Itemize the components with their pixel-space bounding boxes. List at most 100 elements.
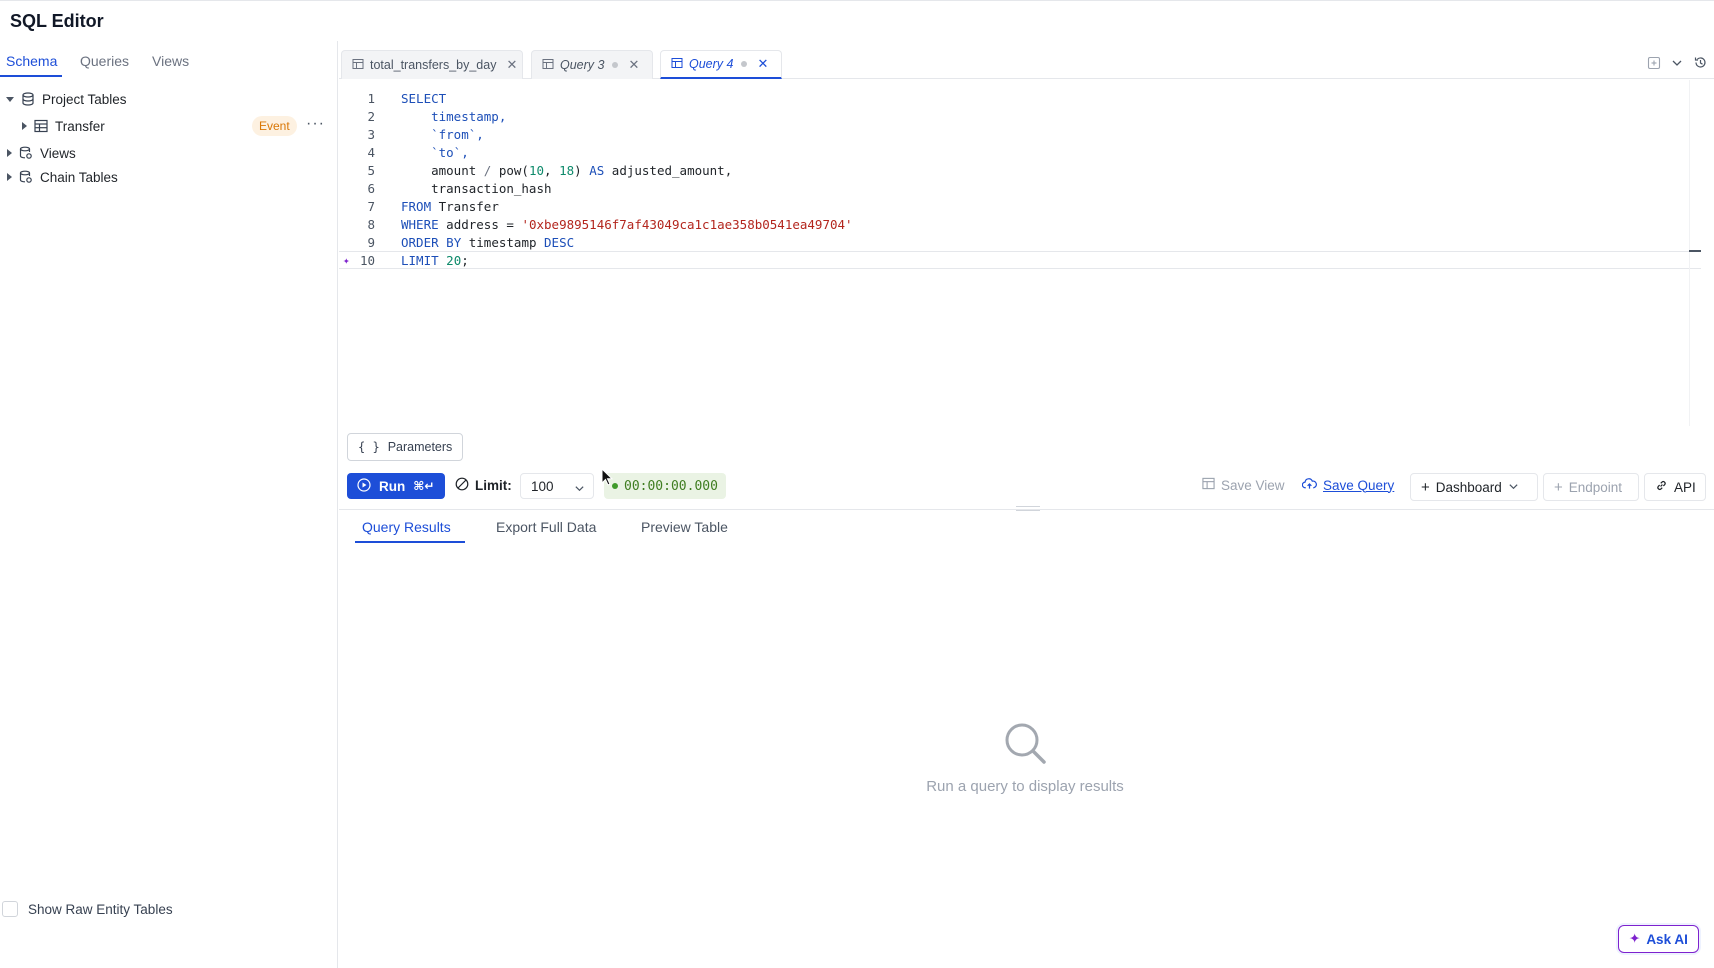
unsaved-dot-icon	[741, 61, 748, 67]
tree-item-chain-tables[interactable]: Chain Tables	[0, 165, 338, 189]
save-view-button[interactable]: Save View	[1202, 477, 1285, 493]
sql-code-editor[interactable]: 1 SELECT 2 timestamp, 3 `from`, 4 `to`, 5…	[339, 80, 1701, 426]
line-number: 7	[367, 199, 375, 214]
line-number: 9	[367, 235, 375, 250]
sparkle-icon: ✦	[1629, 931, 1641, 946]
code-text: LIMIT 20;	[401, 253, 469, 268]
limit-label: Limit:	[475, 478, 512, 493]
divider	[339, 509, 1714, 510]
show-raw-checkbox[interactable]	[2, 901, 18, 917]
tree-item-label: Views	[40, 145, 76, 161]
table-icon	[33, 118, 49, 134]
tab-queries[interactable]: Queries	[80, 53, 129, 69]
close-icon[interactable]: ✕	[506, 57, 517, 73]
more-options-icon[interactable]: ···	[306, 114, 325, 134]
line-number: 1	[367, 91, 375, 106]
database-icon	[20, 91, 36, 107]
code-text: timestamp,	[401, 109, 507, 124]
chevron-down-icon	[1508, 480, 1519, 495]
tab-schema[interactable]: Schema	[6, 53, 57, 69]
editor-tabs-bar: total_transfers_by_day ✕ Query 3 ✕ Query…	[339, 41, 1714, 79]
caret-down-icon[interactable]	[6, 96, 14, 102]
dashboard-button[interactable]: + Dashboard	[1410, 473, 1538, 501]
parameters-button[interactable]: { } Parameters	[347, 433, 464, 461]
limit-label-group: Limit:	[455, 477, 512, 494]
tab-query-4[interactable]: Query 4 ✕	[660, 50, 782, 79]
close-icon[interactable]: ✕	[757, 56, 768, 72]
tab-preview-table[interactable]: Preview Table	[641, 519, 728, 535]
tree-item-transfer[interactable]: Transfer Event ···	[0, 114, 338, 138]
code-text: `from`,	[401, 127, 484, 142]
cloud-upload-icon	[1301, 477, 1317, 493]
code-line[interactable]: 6 transaction_hash	[339, 180, 1701, 198]
run-shortcut: ⌘↵	[413, 479, 435, 493]
code-text: WHERE address = '0xbe9895146f7af43049ca1…	[401, 217, 853, 232]
play-icon	[357, 477, 371, 495]
event-badge: Event	[252, 116, 297, 136]
api-label: API	[1674, 479, 1696, 495]
plus-icon: +	[1554, 478, 1563, 496]
tab-total-transfers-by-day[interactable]: total_transfers_by_day ✕	[341, 50, 523, 79]
history-icon[interactable]	[1693, 55, 1708, 75]
caret-right-icon[interactable]	[7, 173, 12, 181]
limit-select[interactable]: 100	[520, 473, 594, 499]
code-line[interactable]: 2 timestamp,	[339, 108, 1701, 126]
editor-scrollbar[interactable]	[1689, 80, 1701, 426]
limit-value: 100	[531, 478, 554, 494]
timer-value: 00:00:00.000	[624, 478, 718, 494]
app-title: SQL Editor	[10, 11, 104, 31]
endpoint-button[interactable]: + Endpoint	[1543, 473, 1639, 501]
tree-item-project-tables[interactable]: Project Tables	[0, 87, 338, 111]
code-line[interactable]: 7 FROM Transfer	[339, 198, 1701, 216]
code-line[interactable]: 8 WHERE address = '0xbe9895146f7af43049ca…	[339, 216, 1701, 234]
code-text: FROM Transfer	[401, 199, 499, 214]
run-label: Run	[379, 478, 406, 494]
show-raw-entity-tables[interactable]: Show Raw Entity Tables	[2, 901, 173, 917]
schema-sidebar: Schema Queries Views Project Tables Tran…	[0, 41, 338, 968]
scroll-position-marker	[1689, 250, 1701, 252]
tabbar-actions	[1647, 55, 1708, 75]
line-number: 3	[367, 127, 375, 142]
link-icon	[1655, 479, 1668, 495]
code-text: ORDER BY timestamp DESC	[401, 235, 575, 250]
line-number: 4	[367, 145, 375, 160]
chevron-down-icon[interactable]	[1671, 56, 1683, 74]
code-line[interactable]: 4 `to`,	[339, 144, 1701, 162]
code-text: SELECT	[401, 91, 447, 106]
ask-ai-button[interactable]: ✦ Ask AI	[1618, 925, 1699, 953]
code-line[interactable]: 5 amount / pow(10, 18) AS adjusted_amoun…	[339, 162, 1701, 180]
sidebar-tabs: Schema Queries Views	[0, 41, 338, 79]
show-raw-label: Show Raw Entity Tables	[28, 901, 173, 917]
run-button[interactable]: Run ⌘↵	[347, 473, 445, 499]
tab-label: total_transfers_by_day	[370, 58, 497, 72]
line-number: 8	[367, 217, 375, 232]
search-icon	[1001, 723, 1049, 771]
braces-icon: { }	[358, 440, 380, 454]
code-line[interactable]: 3 `from`,	[339, 126, 1701, 144]
tab-views[interactable]: Views	[152, 53, 189, 69]
tree-item-views[interactable]: Views	[0, 141, 338, 165]
tab-export-full-data[interactable]: Export Full Data	[496, 519, 596, 535]
save-query-button[interactable]: Save Query	[1301, 477, 1395, 493]
query-tab-icon	[352, 58, 364, 73]
chevron-down-icon	[574, 482, 585, 497]
code-line[interactable]: 9 ORDER BY timestamp DESC	[339, 234, 1701, 252]
tab-label: Query 4	[689, 57, 734, 71]
tab-query-results[interactable]: Query Results	[362, 519, 451, 535]
caret-right-icon[interactable]	[22, 122, 27, 130]
save-view-label: Save View	[1221, 477, 1285, 493]
mouse-cursor-icon	[601, 467, 614, 491]
caret-right-icon[interactable]	[7, 149, 12, 157]
database-view-icon	[18, 145, 34, 161]
api-button[interactable]: API	[1644, 473, 1706, 501]
code-line-current[interactable]: ✦ 10 LIMIT 20;	[339, 251, 1701, 269]
plus-icon: +	[1421, 478, 1430, 496]
code-line[interactable]: 1 SELECT	[339, 90, 1701, 108]
save-query-label: Save Query	[1323, 477, 1395, 493]
line-number: 10	[359, 253, 375, 268]
tab-query-3[interactable]: Query 3 ✕	[531, 50, 653, 79]
dashboard-label: Dashboard	[1435, 479, 1502, 495]
close-icon[interactable]: ✕	[628, 57, 639, 73]
new-tab-icon[interactable]	[1647, 56, 1661, 75]
active-tab-indicator	[355, 541, 465, 543]
